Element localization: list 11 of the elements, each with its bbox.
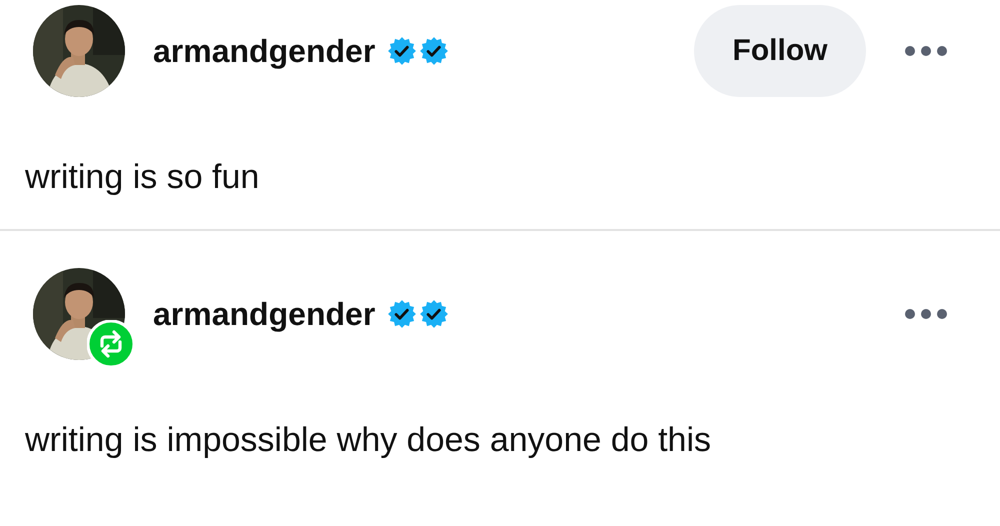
username[interactable]: armandgender [153,296,376,332]
verified-badge-icon [419,36,450,66]
more-icon[interactable] [904,308,948,320]
follow-button[interactable]: Follow [694,5,866,97]
post-text: writing is so fun [24,157,260,198]
more-icon[interactable] [904,45,948,57]
post-text: writing is impossible why does anyone do this [24,420,712,461]
verified-badge-icon [387,299,418,329]
verified-badge-icon [419,299,450,329]
username[interactable]: armandgender [153,32,376,70]
verified-badge-icon [387,36,418,66]
